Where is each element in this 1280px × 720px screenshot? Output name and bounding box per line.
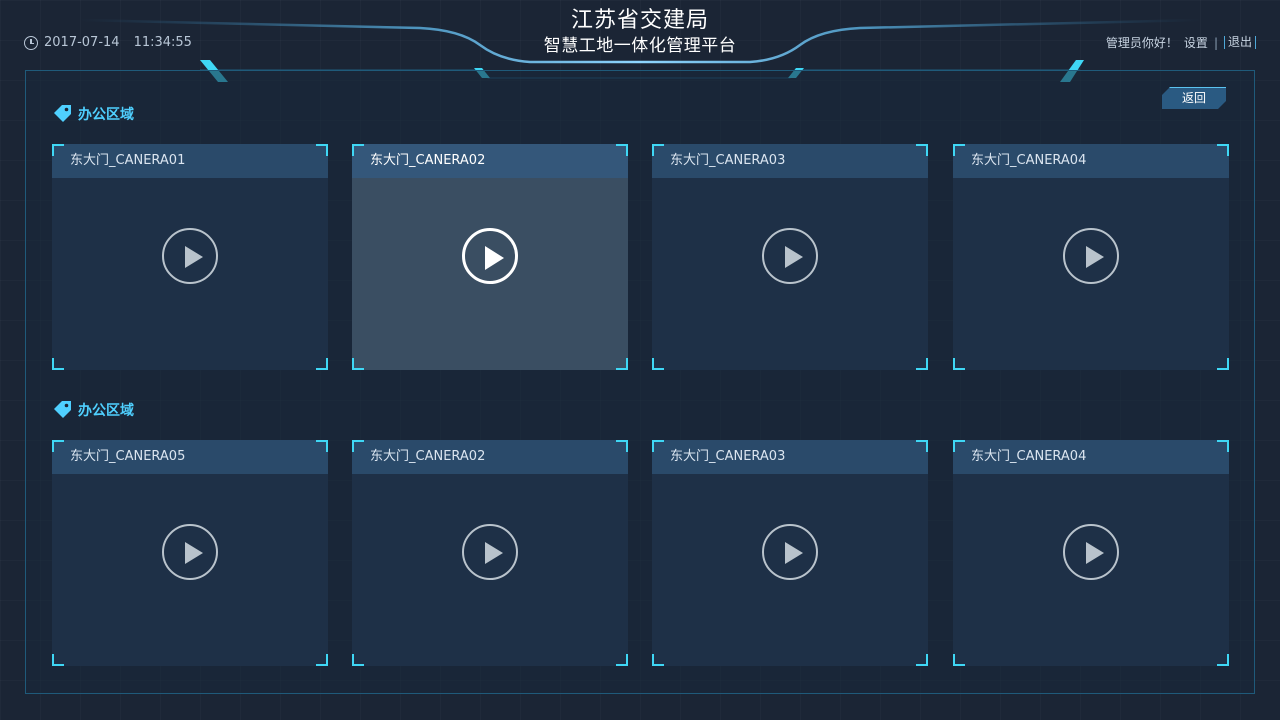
corner-decoration [916, 358, 928, 370]
camera-name: 东大门_CANERA04 [953, 440, 1229, 474]
camera-name: 东大门_CANERA03 [652, 440, 928, 474]
play-icon[interactable] [462, 524, 518, 580]
corner-decoration [352, 144, 364, 156]
camera-name: 东大门_CANERA02 [352, 144, 628, 178]
corner-decoration [352, 440, 364, 452]
corner-decoration [1217, 358, 1229, 370]
corner-decoration [652, 440, 664, 452]
camera-name: 东大门_CANERA03 [652, 144, 928, 178]
camera-name: 东大门_CANERA02 [352, 440, 628, 474]
corner-decoration [953, 440, 965, 452]
back-button[interactable]: 返回 [1162, 87, 1226, 109]
corner-decoration [652, 144, 664, 156]
tag-icon [54, 401, 71, 418]
camera-name: 东大门_CANERA05 [52, 440, 328, 474]
user-area: 管理员你好！ 设置 | 退出 [1106, 34, 1256, 51]
tag-icon [54, 105, 71, 122]
corner-decoration [953, 144, 965, 156]
camera-tile[interactable]: 东大门_CANERA02 [352, 440, 628, 666]
corner-decoration [52, 654, 64, 666]
camera-tile[interactable]: 东大门_CANERA03 [652, 440, 928, 666]
camera-tile[interactable]: 东大门_CANERA05 [52, 440, 328, 666]
section-title: 办公区域 [52, 400, 134, 420]
corner-decoration [1217, 144, 1229, 156]
play-icon[interactable] [1063, 524, 1119, 580]
camera-tile[interactable]: 东大门_CANERA03 [652, 144, 928, 370]
play-icon[interactable] [762, 524, 818, 580]
corner-decoration [616, 358, 628, 370]
corner-decoration [316, 144, 328, 156]
play-icon[interactable] [1063, 228, 1119, 284]
section-title: 办公区域 [52, 104, 134, 124]
settings-link[interactable]: 设置 [1184, 34, 1208, 51]
camera-name: 东大门_CANERA01 [52, 144, 328, 178]
corner-decoration [52, 358, 64, 370]
corner-decoration [316, 440, 328, 452]
greeting: 管理员你好！ [1105, 36, 1178, 50]
corner-decoration [316, 358, 328, 370]
camera-tile[interactable]: 东大门_CANERA01 [52, 144, 328, 370]
corner-decoration [916, 144, 928, 156]
corner-decoration [616, 144, 628, 156]
corner-decoration [316, 654, 328, 666]
camera-name: 东大门_CANERA04 [953, 144, 1229, 178]
separator: | [1213, 35, 1218, 50]
corner-decoration [652, 358, 664, 370]
corner-decoration [1217, 440, 1229, 452]
play-icon[interactable] [762, 228, 818, 284]
section-title-text: 办公区域 [78, 403, 134, 419]
section-title-text: 办公区域 [78, 107, 134, 123]
corner-decoration [652, 654, 664, 666]
corner-decoration [616, 440, 628, 452]
camera-tile[interactable]: 东大门_CANERA04 [953, 144, 1229, 370]
corner-decoration [616, 654, 628, 666]
corner-decoration [52, 144, 64, 156]
corner-decoration [52, 440, 64, 452]
logout-button[interactable]: 退出 [1223, 36, 1256, 49]
corner-decoration [916, 654, 928, 666]
corner-decoration [953, 654, 965, 666]
page-title: 江苏省交建局 智慧工地一体化管理平台 [0, 7, 1280, 57]
play-icon[interactable] [462, 228, 518, 284]
title-sub: 智慧工地一体化管理平台 [543, 36, 737, 56]
camera-tile-active[interactable]: 东大门_CANERA02 [352, 144, 628, 370]
play-icon[interactable] [162, 524, 218, 580]
corner-decoration [1217, 654, 1229, 666]
corner-decoration [352, 654, 364, 666]
corner-decoration [916, 440, 928, 452]
corner-decoration [352, 358, 364, 370]
play-icon[interactable] [162, 228, 218, 284]
title-main: 江苏省交建局 [570, 8, 709, 33]
corner-decoration [953, 358, 965, 370]
camera-tile[interactable]: 东大门_CANERA04 [953, 440, 1229, 666]
